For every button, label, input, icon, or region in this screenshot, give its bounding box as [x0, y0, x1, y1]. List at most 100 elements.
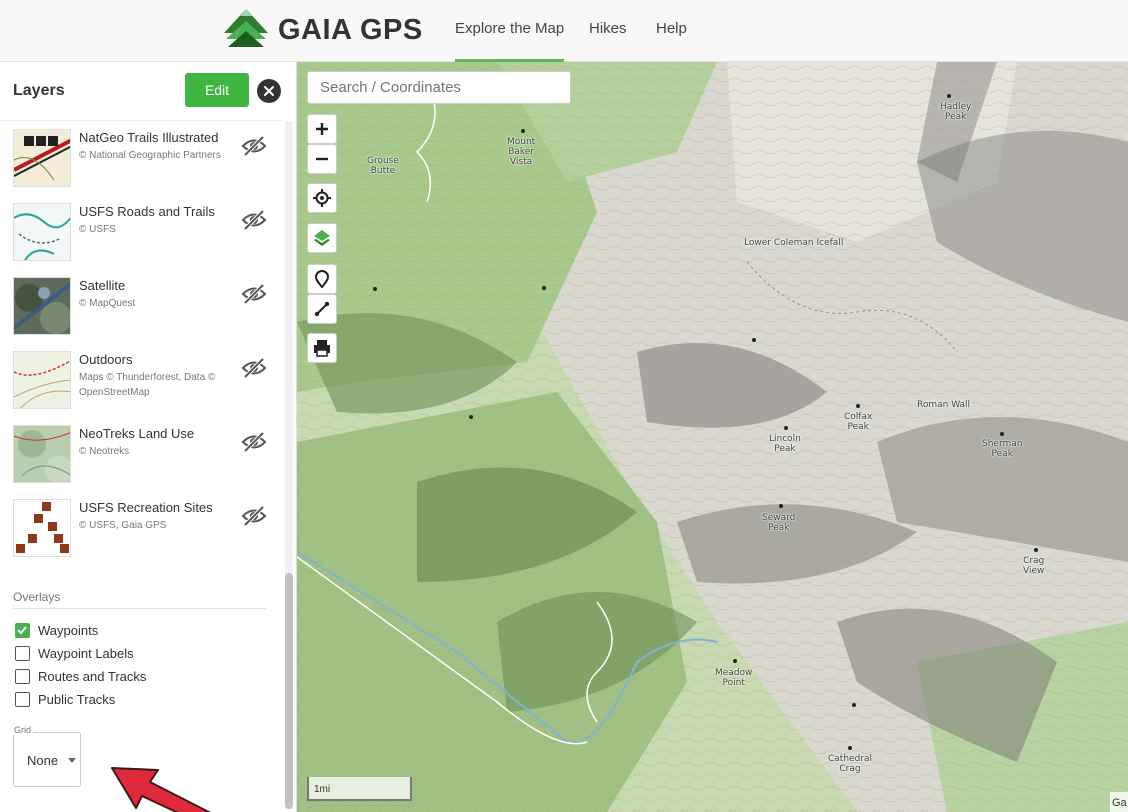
map-label: Cathedral Crag: [828, 754, 872, 774]
overlay-public-tracks[interactable]: Public Tracks: [15, 690, 115, 708]
layer-thumbnail: [13, 203, 71, 261]
grid-select[interactable]: None: [13, 732, 81, 787]
map-view[interactable]: Hadley Peak Mount Baker Vista Grouse Butte L…: [297, 62, 1128, 812]
zoom-in-button[interactable]: [307, 114, 337, 144]
app-header: GAIA GPS Explore the Map Hikes Help: [0, 0, 1128, 62]
overlays-title: Overlays: [13, 590, 61, 604]
layer-thumbnail: [13, 351, 71, 409]
close-sidebar-button[interactable]: [257, 79, 281, 103]
chevron-down-icon: [68, 758, 76, 763]
layer-name: NeoTreks Land Use: [79, 426, 195, 441]
layer-item-satellite[interactable]: Satellite © MapQuest: [13, 277, 273, 337]
peak-marker: [1034, 548, 1038, 552]
print-button[interactable]: [307, 333, 337, 363]
map-label: Meadow Point: [715, 668, 753, 688]
map-scale: 1mi: [307, 777, 412, 801]
sidebar-scrollbar[interactable]: [285, 121, 293, 809]
overlay-waypoints[interactable]: Waypoints: [15, 621, 98, 639]
zoom-in-icon: [313, 120, 331, 138]
layer-thumbnail: [13, 277, 71, 335]
layer-name: NatGeo Trails Illustrated: [79, 130, 219, 145]
edit-button[interactable]: Edit: [185, 73, 249, 107]
layer-credit: © MapQuest: [79, 298, 136, 309]
checkbox[interactable]: [15, 668, 30, 684]
layer-item-neotreks[interactable]: NeoTreks Land Use © Neotreks: [13, 425, 273, 485]
eye-slash-icon[interactable]: [241, 505, 267, 527]
map-label: Lincoln Peak: [769, 434, 801, 454]
map-label: Roman Wall: [917, 400, 971, 410]
layer-credit: © National Geographic Partners: [79, 150, 221, 161]
peak-marker: [784, 426, 788, 430]
overlay-routes-and-tracks[interactable]: Routes and Tracks: [15, 667, 146, 685]
eye-slash-icon[interactable]: [241, 209, 267, 231]
search-input[interactable]: [307, 71, 571, 104]
checkbox[interactable]: [15, 645, 30, 661]
layer-thumbnail: [13, 129, 71, 187]
map-label: Grouse Butte: [367, 156, 399, 176]
gaia-gps-logo[interactable]: GAIA GPS: [222, 7, 423, 54]
layer-credit: © USFS, Gaia GPS: [79, 520, 167, 531]
eye-slash-icon[interactable]: [241, 283, 267, 305]
locate-button[interactable]: [307, 183, 337, 213]
layers-title: Layers: [13, 82, 65, 99]
eye-slash-icon[interactable]: [241, 357, 267, 379]
layer-thumbnail: [13, 425, 71, 483]
zoom-out-button[interactable]: [307, 144, 337, 174]
layer-name: USFS Recreation Sites: [79, 500, 213, 515]
nav-hikes[interactable]: Hikes: [589, 0, 627, 62]
layer-credit: Maps © Thunderforest, Data © OpenStreetM…: [79, 372, 216, 398]
map-label: Crag View: [1023, 556, 1045, 576]
peak-marker: [848, 746, 852, 750]
nav-explore-map[interactable]: Explore the Map: [455, 0, 565, 62]
layer-item-usfs-roads[interactable]: USFS Roads and Trails © USFS: [13, 203, 273, 263]
grid-value: None: [27, 753, 59, 768]
gaia-mountain-logo-icon: [222, 7, 270, 54]
peak-marker: [373, 287, 377, 291]
layer-name: Outdoors: [79, 352, 133, 367]
peak-marker: [947, 94, 951, 98]
layer-item-recreation-sites[interactable]: USFS Recreation Sites © USFS, Gaia GPS: [13, 499, 273, 559]
topo-terrain: [297, 62, 1128, 812]
layer-item-outdoors[interactable]: Outdoors Maps © Thunderforest, Data © Op…: [13, 351, 273, 411]
grid-legend: Grid: [12, 725, 34, 735]
map-label: Hadley Peak: [940, 102, 972, 122]
zoom-out-icon: [313, 150, 331, 168]
map-label: Sherman Peak: [982, 439, 1023, 459]
layer-thumbnail: [13, 499, 71, 557]
layer-credit: © USFS: [79, 224, 116, 235]
overlay-label: Waypoints: [38, 622, 99, 638]
scrollbar-thumb[interactable]: [285, 573, 293, 809]
map-label: Mount Baker Vista: [507, 137, 536, 167]
header-divider: [0, 120, 282, 121]
overlay-waypoint-labels[interactable]: Waypoint Labels: [15, 644, 134, 662]
peak-marker: [752, 338, 756, 342]
peak-marker: [852, 703, 856, 707]
red-annotation-arrow-icon: [100, 762, 260, 812]
peak-marker: [733, 659, 737, 663]
peak-marker: [469, 415, 473, 419]
locate-icon: [313, 189, 331, 207]
map-label: Lower Coleman Icefall: [744, 238, 844, 248]
peak-marker: [521, 129, 525, 133]
checkbox-checked[interactable]: [15, 622, 30, 638]
eye-slash-icon[interactable]: [241, 431, 267, 453]
layer-name: USFS Roads and Trails: [79, 204, 215, 219]
map-attribution[interactable]: Ga: [1110, 792, 1128, 812]
eye-slash-icon[interactable]: [241, 135, 267, 157]
layers-icon: [313, 229, 331, 247]
overlay-label: Public Tracks: [38, 691, 116, 707]
layer-name: Satellite: [79, 278, 126, 293]
route-icon: [313, 300, 331, 318]
layers-sidebar: Layers Edit NatGeo Trails Illustrated © …: [0, 62, 297, 812]
print-icon: [313, 339, 331, 357]
peak-marker: [1000, 432, 1004, 436]
brand-name: GAIA GPS: [278, 13, 423, 46]
nav-help[interactable]: Help: [656, 0, 687, 62]
map-label: Colfax Peak: [844, 412, 873, 432]
add-waypoint-button[interactable]: [307, 264, 337, 294]
layers-button[interactable]: [307, 223, 337, 253]
layer-item-natgeo[interactable]: NatGeo Trails Illustrated © National Geo…: [13, 129, 273, 189]
peak-marker: [856, 404, 860, 408]
checkbox[interactable]: [15, 691, 30, 707]
draw-route-button[interactable]: [307, 294, 337, 324]
